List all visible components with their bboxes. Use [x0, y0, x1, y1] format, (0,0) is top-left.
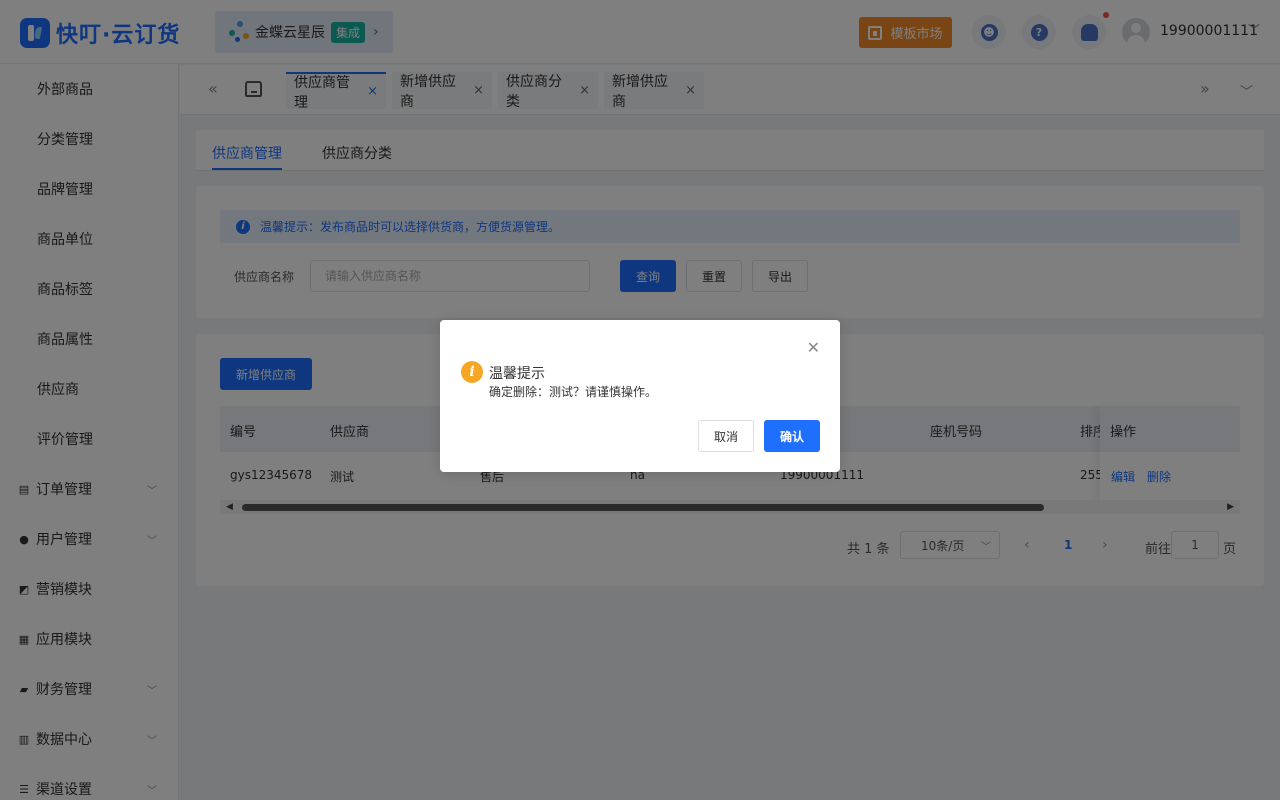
- dialog-message: 确定删除：测试？请谨慎操作。: [489, 385, 658, 399]
- confirm-button[interactable]: 确认: [764, 420, 820, 452]
- confirm-delete-dialog: ✕ i 温馨提示 确定删除：测试？请谨慎操作。 取消 确认: [440, 320, 840, 472]
- close-icon[interactable]: ✕: [807, 338, 820, 357]
- warning-icon: i: [461, 361, 483, 383]
- cancel-button[interactable]: 取消: [698, 420, 754, 452]
- dialog-title: 温馨提示: [489, 366, 545, 382]
